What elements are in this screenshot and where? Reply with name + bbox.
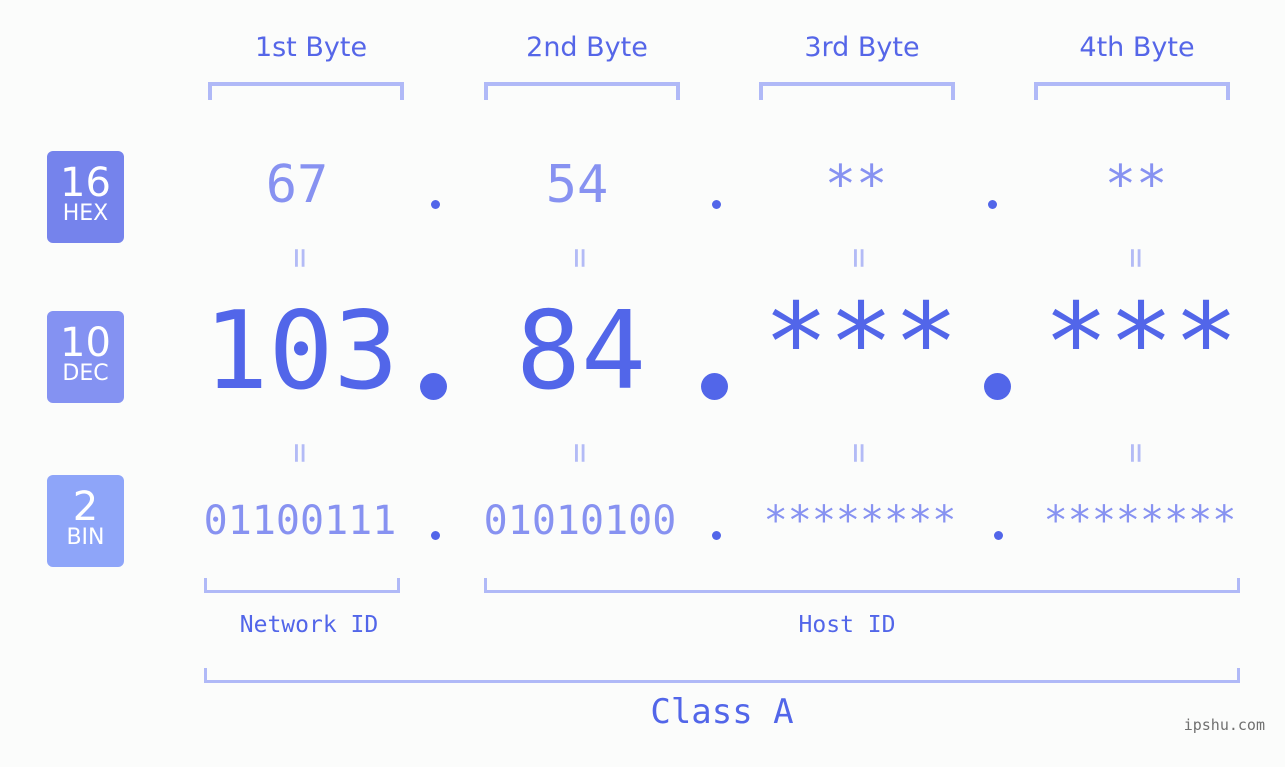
bin-value-2: 01010100	[483, 498, 677, 544]
hex-value-1: 67	[265, 155, 329, 215]
network-id-label: Network ID	[239, 612, 379, 638]
equals-icon: =	[280, 442, 320, 464]
footer-watermark: ipshu.com	[1183, 716, 1265, 734]
equals-icon: =	[560, 247, 600, 269]
byte-header-1: 1st Byte	[254, 32, 368, 63]
hex-base-label: HEX	[62, 201, 109, 226]
byte-bracket-3	[759, 82, 955, 100]
bin-value-3: ********	[763, 498, 957, 544]
dec-value-4: ***	[1043, 281, 1239, 406]
equals-icon: =	[839, 247, 879, 269]
dec-dot-3	[984, 373, 1011, 400]
byte-bracket-4	[1034, 82, 1230, 100]
byte-bracket-1	[208, 82, 404, 100]
dec-value-1: 103	[203, 289, 399, 414]
hex-dot-1	[431, 200, 440, 209]
bin-dot-2	[712, 531, 721, 540]
bin-badge: 2 BIN	[47, 475, 124, 567]
hex-value-2: 54	[545, 155, 609, 215]
network-id-bracket	[204, 578, 400, 593]
equals-icon: =	[560, 442, 600, 464]
dec-value-3: ***	[763, 281, 959, 406]
bin-base-label: BIN	[66, 525, 105, 550]
bin-value-4: ********	[1043, 498, 1237, 544]
dec-value-2: 84	[515, 289, 647, 414]
host-id-label: Host ID	[798, 612, 896, 638]
dec-dot-2	[701, 373, 728, 400]
class-bracket	[204, 668, 1240, 683]
hex-badge: 16 HEX	[47, 151, 124, 243]
host-id-bracket	[484, 578, 1240, 593]
byte-header-3: 3rd Byte	[804, 32, 920, 63]
hex-value-4: **	[1104, 155, 1168, 215]
hex-base-number: 16	[60, 160, 111, 206]
dec-dot-1	[420, 373, 447, 400]
bin-dot-3	[994, 531, 1003, 540]
hex-dot-2	[712, 200, 721, 209]
equals-icon: =	[1116, 247, 1156, 269]
dec-base-number: 10	[60, 320, 111, 366]
equals-icon: =	[839, 442, 879, 464]
hex-value-3: **	[824, 155, 888, 215]
equals-icon: =	[280, 247, 320, 269]
equals-icon: =	[1116, 442, 1156, 464]
byte-header-2: 2nd Byte	[526, 32, 648, 63]
dec-base-label: DEC	[62, 361, 109, 386]
bin-dot-1	[431, 531, 440, 540]
bin-base-number: 2	[72, 484, 99, 530]
bin-value-1: 01100111	[203, 498, 397, 544]
byte-header-4: 4th Byte	[1079, 32, 1195, 63]
dec-badge: 10 DEC	[47, 311, 124, 403]
hex-dot-3	[988, 200, 997, 209]
ip-class-label: Class A	[650, 692, 794, 732]
byte-bracket-2	[484, 82, 680, 100]
